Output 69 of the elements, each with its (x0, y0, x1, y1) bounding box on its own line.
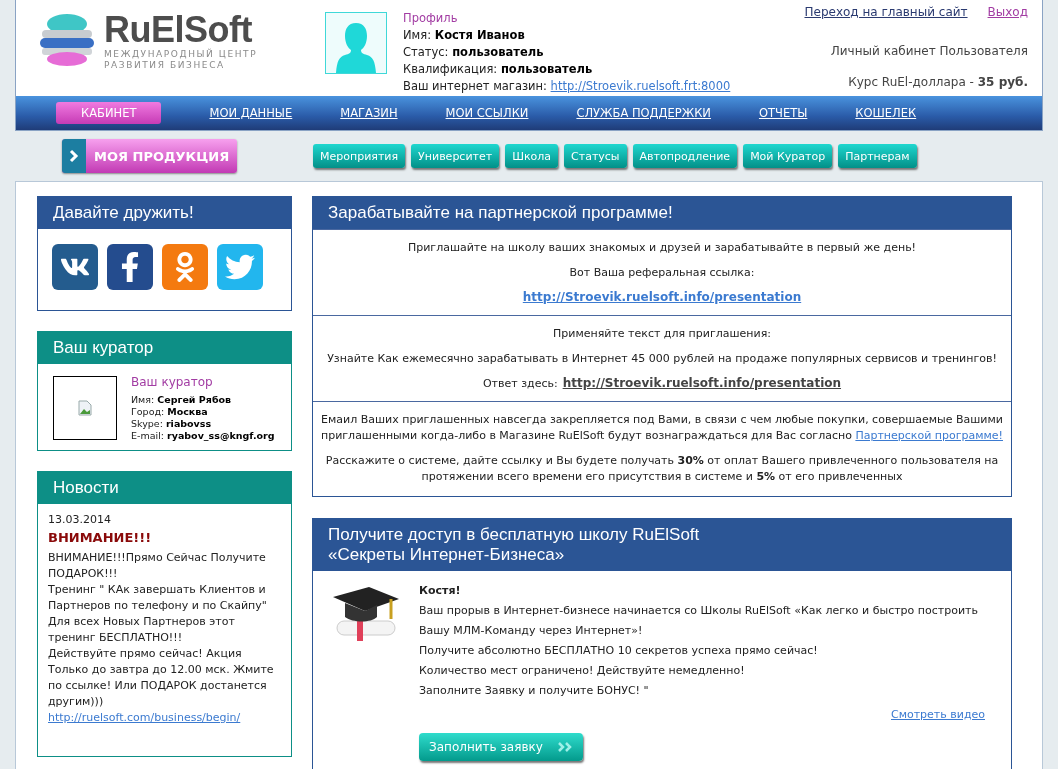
paragraph: Приглашайте на школу ваших знакомых и друзей и зарабатывайте в первый же день! (406, 240, 918, 256)
section-button[interactable]: Школа (505, 144, 559, 168)
partner-program-link[interactable]: Партнерской программе! (855, 429, 1003, 442)
curator-field: Город: Москва (131, 406, 275, 418)
news-text: Действуйте прямо сейчас! Акция Только до завтра до 12.00 мск. Жмите по ссылке! Или ПОДАРОК достанется другим))) (48, 646, 275, 710)
greeting: Костя! (419, 583, 462, 599)
panel-title: Новости (38, 472, 291, 504)
curator-field: Skype: riabovss (131, 418, 275, 430)
exit-link[interactable]: Выход (987, 5, 1028, 19)
nav-tab[interactable]: КАБИНЕТ (56, 102, 162, 124)
profile-field: Статус: пользователь (403, 44, 731, 60)
logo-tagline: МЕЖДУНАРОДНЫЙ ЦЕНТР (104, 49, 258, 60)
answer-label: Ответ здесь: (482, 377, 558, 390)
nav-tab[interactable]: ОТЧЕТЫ (758, 102, 808, 124)
section-button[interactable]: Мероприятия (313, 144, 406, 168)
facebook-icon[interactable] (107, 244, 153, 290)
odnoklassniki-icon[interactable] (162, 244, 208, 290)
news-text: Для всех Новых Партнеров этот тренинг БЕСПЛАТНО!!! (48, 614, 236, 646)
news-date: 13.03.2014 (48, 512, 112, 528)
paragraph: Вот Ваша реферальная ссылка: (568, 265, 756, 281)
curator-field: Имя: Сергей Рябов (131, 394, 275, 406)
school-text: Заполните Заявку и получите БОНУС! " (419, 683, 650, 699)
profile-field: Квалификация: пользователь (403, 61, 731, 77)
curator-subtitle: Ваш куратор (131, 376, 214, 388)
vk-icon[interactable] (52, 244, 98, 290)
rate-text: Курс RuEl-доллара - 35 руб. (848, 75, 1028, 89)
nav-tab[interactable]: СЛУЖБА ПОДДЕРЖКИ (576, 102, 711, 124)
section-button[interactable]: Партнерам (838, 144, 917, 168)
profile-field: Имя: Костя Иванов (403, 27, 731, 43)
panel-title: Ваш куратор (38, 332, 291, 364)
referral-link[interactable]: http://Stroevik.ruelsoft.info/presentation (522, 290, 802, 304)
avatar-placeholder (325, 12, 387, 74)
main-site-link[interactable]: Переход на главный сайт (804, 5, 968, 19)
paragraph: Узнайте Как ежемесячно зарабатывать в Интернет 45 000 рублей на продаже популярных сервисов и тренингов! (326, 351, 998, 367)
profile-title: Профиль (403, 10, 459, 26)
shop-label: Ваш интернет магазин: http://Stroevik.ruelsoft.frt:8000 (403, 78, 731, 94)
my-products-button[interactable]: МОЯ ПРОДУКЦИЯ (62, 139, 237, 173)
panel-title: Зарабатывайте на партнерской программе! (313, 197, 1011, 229)
school-text: Получите абсолютно БЕСПЛАТНО 10 секретов успеха прямо сейчас! (419, 643, 819, 659)
section-button[interactable]: Мой Куратор (743, 144, 833, 168)
news-text: Тренинг " КАк завершать Клиентов и Партнеров по телефону и по Скайпу" (48, 582, 268, 614)
school-text: Ваш прорыв в Интернет-бизнесе начинается со Школы RuElSoft «Как легко и быстро построить Вашу МЛМ-Команду через Интернет»! (419, 603, 979, 639)
panel-title: Давайте дружить! (38, 197, 291, 229)
school-text: Количество мест ограничено! Действуйте немедленно! (419, 663, 746, 679)
paragraph: Применяйте текст для приглашения: (552, 326, 772, 342)
shop-link[interactable]: http://Stroevik.ruelsoft.frt:8000 (550, 79, 731, 93)
double-chevron-icon (556, 741, 573, 753)
news-text: ВНИМАНИЕ!!!Прямо Сейчас Получите ПОДАРОК!!! (48, 550, 267, 582)
section-button[interactable]: Университет (411, 144, 500, 168)
nav-tab[interactable]: МОИ ССЫЛКИ (445, 102, 529, 124)
paragraph: Расскажите о системе, дайте ссылку и Вы будете получать 30% от оплат Вашего привлеченного пользователя на протяжении всего времени его присутствия в системе и 5% от его привлеченных (324, 453, 1000, 485)
broken-image-icon (78, 400, 92, 416)
news-headline: ВНИМАНИЕ!!! (48, 530, 153, 546)
referral-link[interactable]: http://Stroevik.ruelsoft.info/presentation (562, 376, 842, 390)
section-button[interactable]: Автопродление (632, 144, 738, 168)
apply-button[interactable]: Заполнить заявку (419, 733, 583, 761)
paragraph: Емаил Ваших приглашенных навсегда закрепляется под Вами, в связи с чем любые покупки, совершаемые Вашими приглашенными когда-либо в Магазине RuElSoft будут вознаграждаться для Вас согласно Партнерской программе! (321, 412, 1003, 444)
cabinet-label: Личный кабинет Пользователя (830, 44, 1028, 58)
chevron-icon (69, 149, 79, 163)
section-button[interactable]: Статусы (564, 144, 627, 168)
curator-field: E-mail: ryabov_ss@kngf.org (131, 430, 275, 442)
nav-tab[interactable]: КОШЕЛЕК (855, 102, 917, 124)
news-link[interactable]: http://ruelsoft.com/business/begin/ (48, 710, 281, 726)
logo-name: RuElSoft (104, 11, 253, 49)
video-link[interactable]: Смотреть видео (891, 705, 985, 725)
nav-tab[interactable]: МАГАЗИН (340, 102, 398, 124)
nav-tab[interactable]: МОИ ДАННЫЕ (209, 102, 293, 124)
logo-tagline: РАЗВИТИЯ БИЗНЕСА (104, 60, 226, 71)
panel-title: Получите доступ в бесплатную школу RuElSoft «Секреты Интернет-Бизнеса» (313, 519, 1011, 571)
